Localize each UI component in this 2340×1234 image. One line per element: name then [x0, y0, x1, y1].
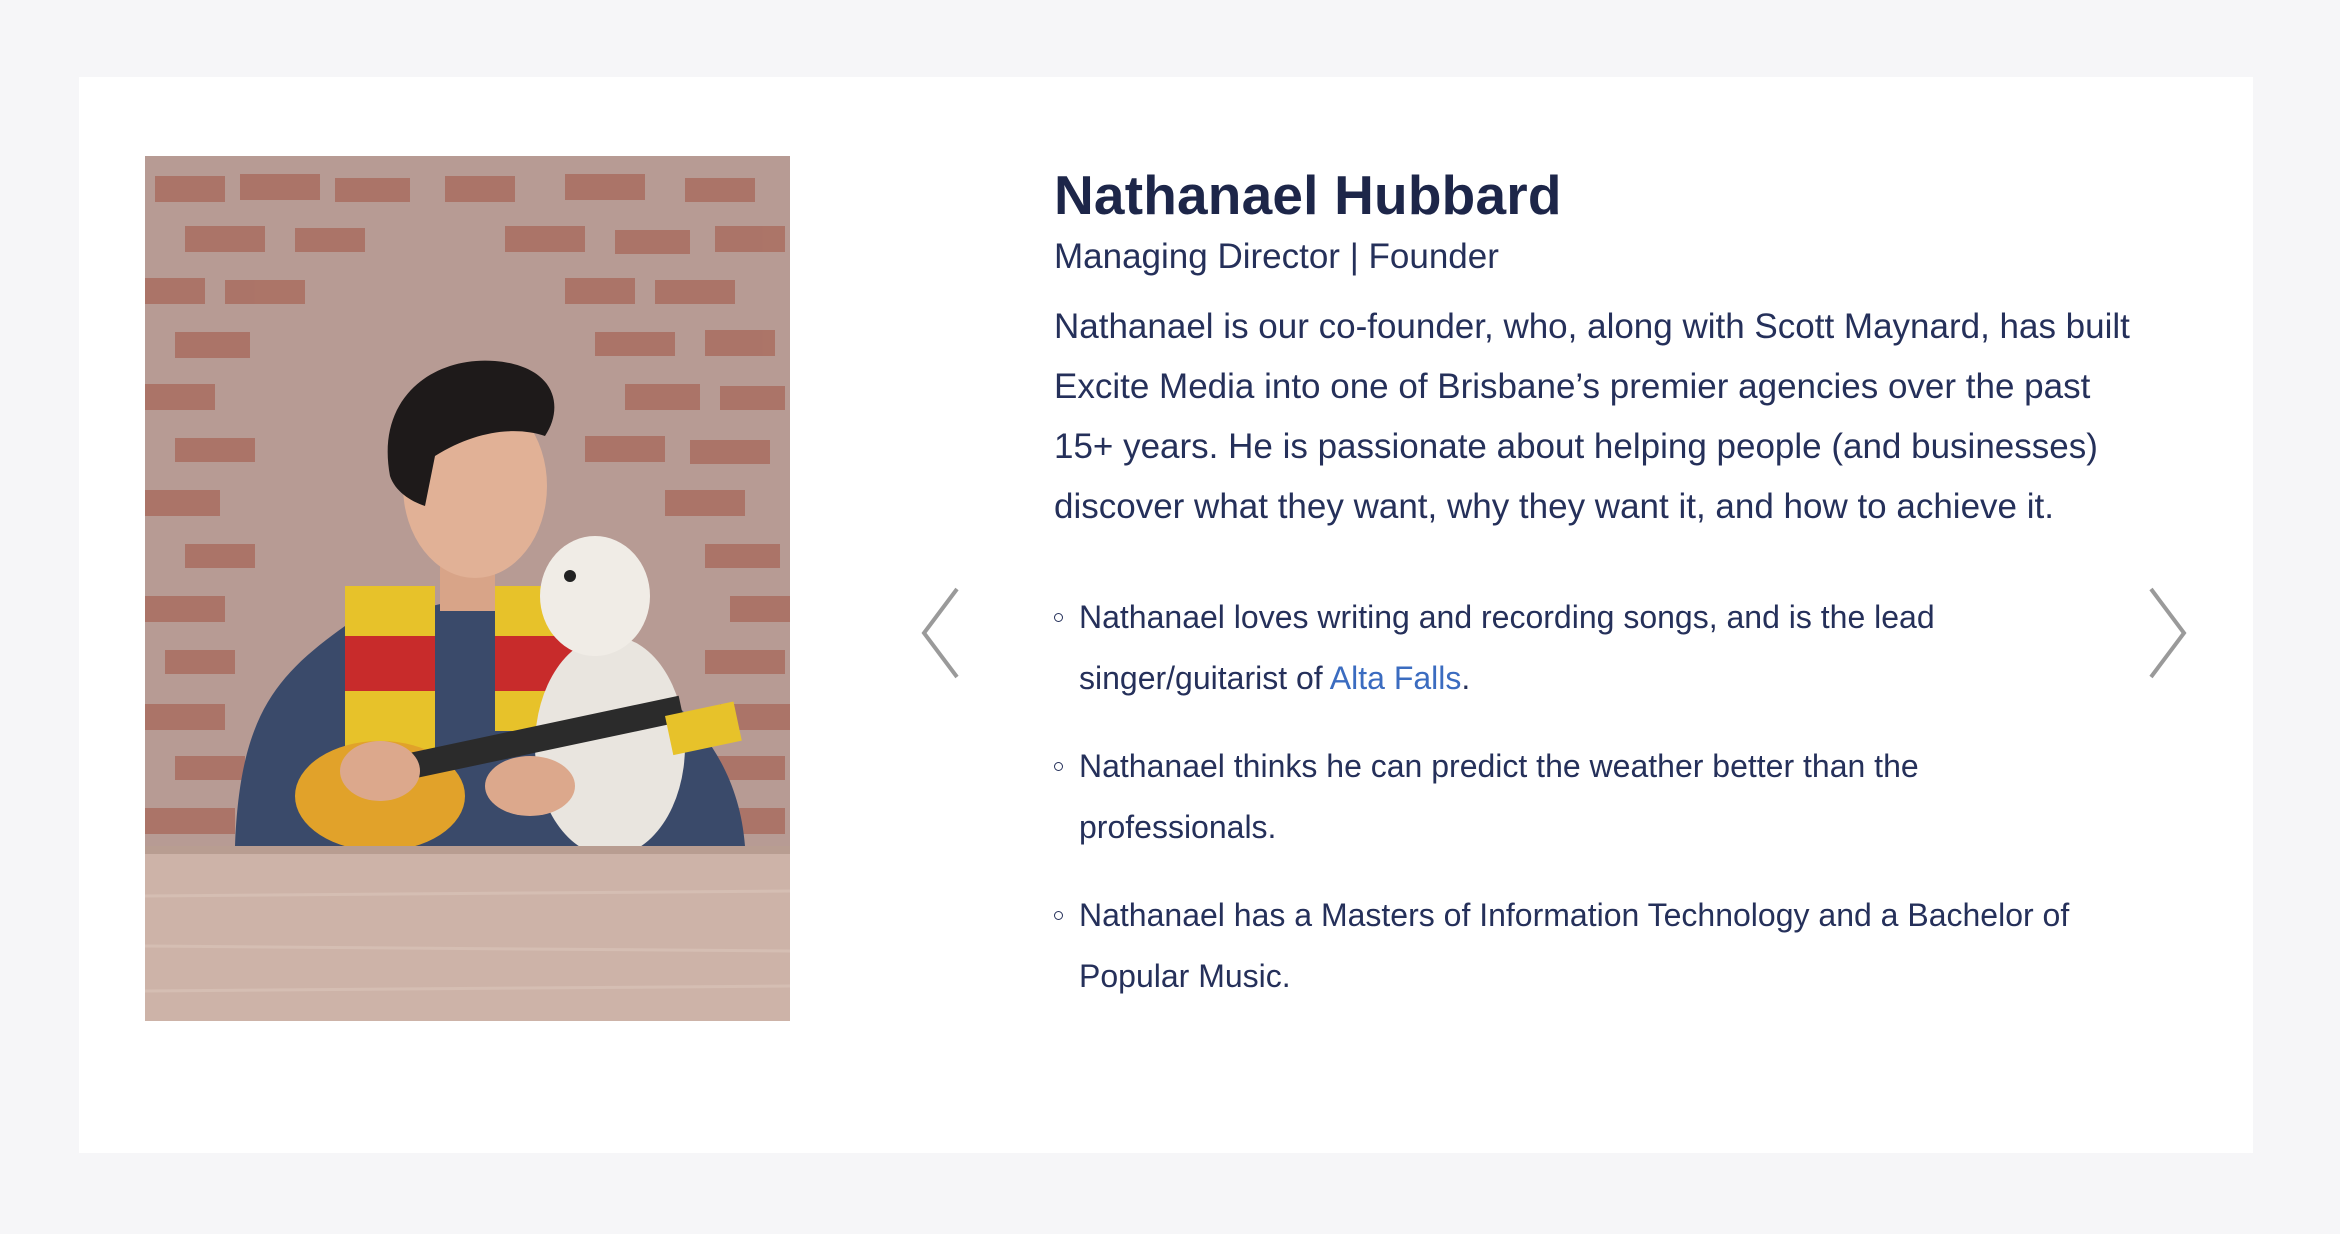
profile-info: Nathanael Hubbard Managing Director | Fo… [1054, 159, 2154, 1034]
chevron-left-icon[interactable] [919, 573, 979, 693]
list-item: Nathanael thinks he can predict the weat… [1054, 736, 2119, 858]
alta-falls-link[interactable]: Alta Falls [1330, 660, 1462, 696]
profile-role: Managing Director | Founder [1054, 237, 1499, 276]
profile-bio: Nathanael is our co-founder, who, along … [1054, 307, 2130, 526]
team-member-slide: Nathanael Hubbard Managing Director | Fo… [79, 77, 2253, 1153]
fact-text-end: . [1461, 660, 1471, 696]
profile-name: Nathanael Hubbard [1054, 164, 1562, 226]
circle-bullet-icon [1054, 613, 1063, 622]
fact-text: Nathanael has a Masters of Information T… [1079, 897, 2070, 994]
fact-text: Nathanael thinks he can predict the weat… [1079, 748, 1919, 845]
circle-bullet-icon [1054, 762, 1063, 771]
fun-facts-list: Nathanael loves writing and recording so… [1054, 587, 2154, 1007]
circle-bullet-icon [1054, 911, 1063, 920]
profile-photo [145, 156, 790, 1021]
list-item: Nathanael has a Masters of Information T… [1054, 885, 2119, 1007]
list-item: Nathanael loves writing and recording so… [1054, 587, 2119, 709]
fact-text: Nathanael loves writing and recording so… [1079, 599, 1935, 696]
chevron-right-icon[interactable] [2129, 573, 2189, 693]
